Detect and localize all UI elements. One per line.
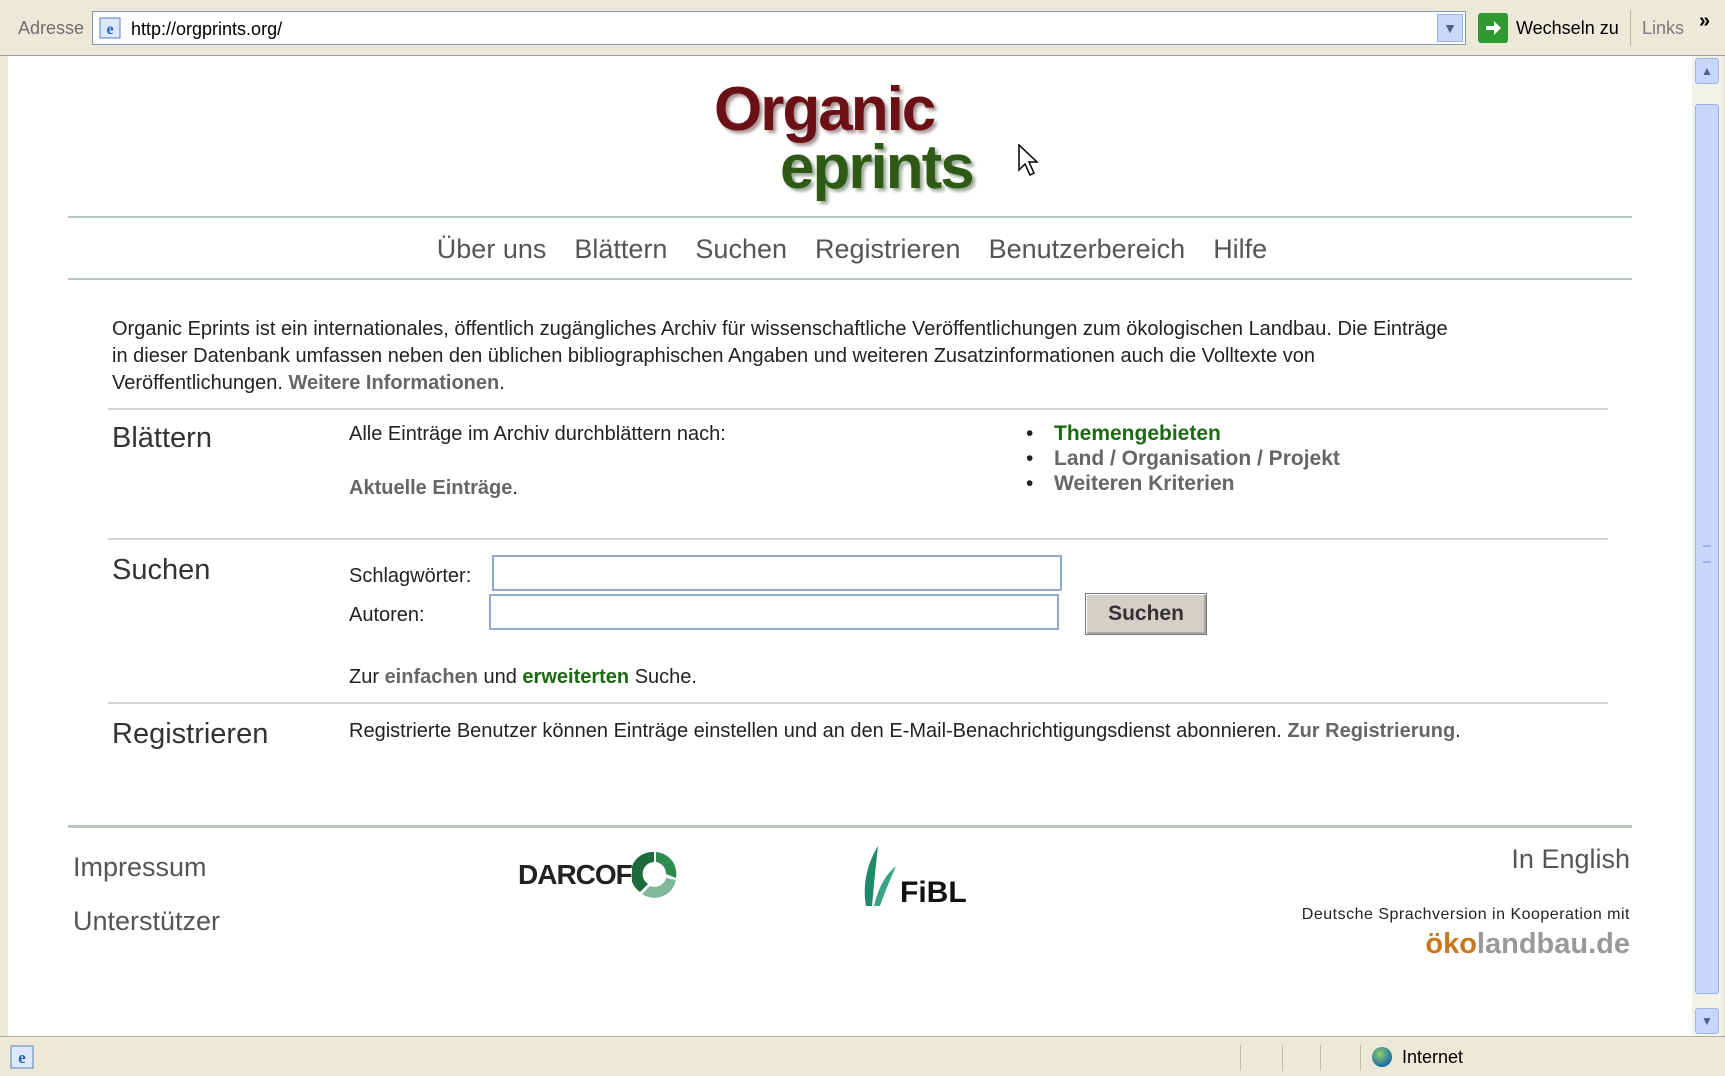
nav-register[interactable]: Registrieren <box>815 234 961 265</box>
vertical-scrollbar[interactable]: ▲ ▼ <box>1692 56 1722 1036</box>
impressum-link[interactable]: Impressum <box>73 852 207 883</box>
svg-text:e: e <box>106 21 113 38</box>
go-label: Wechseln zu <box>1516 17 1619 38</box>
scroll-thumb[interactable] <box>1695 104 1719 994</box>
english-link[interactable]: In English <box>1511 844 1630 875</box>
browse-option-subjects[interactable]: Themengebieten <box>1026 422 1221 446</box>
toolbar-separator <box>1630 10 1631 46</box>
ie-page-icon: e <box>99 17 121 39</box>
ie-status-icon: e <box>10 1045 34 1069</box>
intro-text: Organic Eprints ist ein internationales,… <box>112 316 1612 397</box>
browse-description: Alle Einträge im Archiv durchblättern na… <box>349 423 726 445</box>
status-bar: e Internet <box>0 1036 1725 1076</box>
scroll-up-icon[interactable]: ▲ <box>1695 58 1719 84</box>
fibl-logo[interactable]: FiBL <box>856 844 967 910</box>
browse-option-country[interactable]: Land / Organisation / Projekt <box>1026 447 1340 471</box>
globe-icon <box>1372 1047 1392 1067</box>
keywords-input[interactable] <box>492 555 1062 591</box>
chevron-right-icon[interactable]: » <box>1699 10 1710 33</box>
status-separator <box>1240 1045 1241 1071</box>
address-label: Adresse <box>18 18 85 38</box>
grip-icon <box>1703 545 1711 563</box>
logo-text-eprints: eprints <box>780 133 975 202</box>
organic-eprints-logo[interactable]: Organic eprints <box>708 66 1008 202</box>
intro-period: . <box>499 372 505 394</box>
status-separator <box>1360 1045 1361 1071</box>
register-text-wrap: Registrierte Benutzer können Einträge ei… <box>349 720 1461 743</box>
scroll-down-icon[interactable]: ▼ <box>1695 1008 1719 1034</box>
search-heading: Suchen <box>112 554 211 586</box>
menu-bottom-rule <box>68 278 1632 280</box>
darcof-logo-text: DARCOF <box>518 859 633 890</box>
more-info-link[interactable]: Weitere Informationen <box>288 372 499 394</box>
footer-rule <box>68 825 1632 828</box>
cooperation-note: Deutsche Sprachversion in Kooperation mi… <box>1301 906 1630 923</box>
nav-help[interactable]: Hilfe <box>1213 234 1267 265</box>
oeko-ko: ko <box>1443 928 1477 960</box>
address-input[interactable]: e http://orgprints.org/ ▼ <box>92 11 1466 45</box>
register-text: Registrierte Benutzer können Einträge ei… <box>349 720 1282 742</box>
simple-search-link[interactable]: einfachen <box>385 666 478 688</box>
section-divider <box>108 702 1608 704</box>
recent-period: . <box>512 477 518 499</box>
register-link[interactable]: Zur Registrierung <box>1287 720 1455 742</box>
oekolandbau-logo[interactable]: ökolandbau.de <box>1425 928 1630 961</box>
main-nav: Über uns Blättern Suchen Registrieren Be… <box>74 234 1630 265</box>
status-separator <box>1320 1045 1321 1071</box>
mouse-cursor-icon <box>1018 144 1039 177</box>
keywords-label: Schlagwörter: <box>349 565 472 587</box>
register-period: . <box>1455 720 1461 742</box>
darcof-logo[interactable]: DARCOF <box>518 848 680 902</box>
authors-label: Autoren: <box>349 604 425 626</box>
search-footer-and: und <box>483 666 517 688</box>
go-arrow-icon <box>1478 13 1508 43</box>
address-url[interactable]: http://orgprints.org/ <box>131 19 282 40</box>
intro-line-1: Organic Eprints ist ein internationales,… <box>112 318 1448 340</box>
authors-input[interactable] <box>489 594 1059 630</box>
search-footer: Zur einfachen und erweiterten Suche. <box>349 666 697 689</box>
links-toolbar[interactable]: Links <box>1642 18 1684 39</box>
svg-text:e: e <box>18 1048 26 1067</box>
browse-option-criteria[interactable]: Weiteren Kriterien <box>1026 472 1234 496</box>
search-button[interactable]: Suchen <box>1085 593 1207 635</box>
oeko-rest: landbau.de <box>1476 928 1630 960</box>
nav-browse[interactable]: Blättern <box>574 234 667 265</box>
section-divider <box>108 538 1608 540</box>
go-button[interactable]: Wechseln zu <box>1478 12 1619 44</box>
security-zone: Internet <box>1402 1047 1464 1067</box>
page-viewport: Organic eprints Über uns Blättern Suchen… <box>8 56 1692 1036</box>
browse-heading: Blättern <box>112 422 212 454</box>
advanced-search-link[interactable]: erweiterten <box>522 666 629 688</box>
nav-about[interactable]: Über uns <box>437 234 547 265</box>
nav-search[interactable]: Suchen <box>695 234 787 265</box>
recent-entries-link[interactable]: Aktuelle Einträge <box>349 477 512 499</box>
intro-line-3: Veröffentlichungen. <box>112 372 283 394</box>
fibl-leaf-icon <box>864 846 896 906</box>
fibl-logo-text: FiBL <box>900 876 967 909</box>
section-divider <box>108 408 1608 410</box>
oeko-o: ö <box>1425 928 1444 960</box>
address-dropdown-icon[interactable]: ▼ <box>1437 14 1463 42</box>
intro-line-2: in dieser Datenbank umfassen neben den ü… <box>112 345 1316 367</box>
menu-top-rule <box>68 216 1632 218</box>
supporters-link[interactable]: Unterstützer <box>73 906 220 937</box>
address-bar: Adresse e http://orgprints.org/ ▼ Wechse… <box>0 0 1725 56</box>
search-footer-prefix: Zur <box>349 666 379 688</box>
darcof-swirl-icon <box>631 851 677 898</box>
nav-user-area[interactable]: Benutzerbereich <box>989 234 1186 265</box>
status-separator <box>1282 1045 1283 1071</box>
register-heading: Registrieren <box>112 718 269 750</box>
search-footer-suffix: Suche. <box>634 666 697 688</box>
